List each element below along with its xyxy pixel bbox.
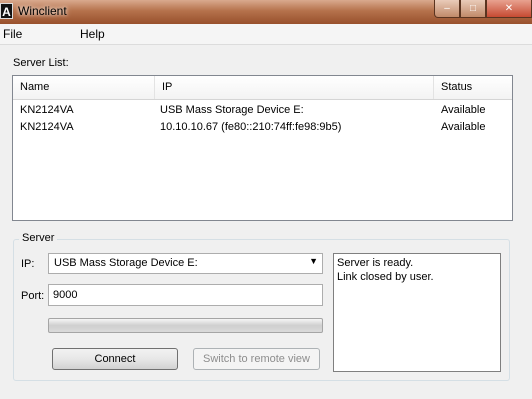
column-header-status[interactable]: Status [434, 76, 512, 99]
switch-to-remote-view-button[interactable]: Switch to remote view [193, 348, 320, 370]
minimize-button[interactable]: – [434, 0, 460, 18]
port-value: 9000 [53, 289, 78, 301]
window-title: Winclient [18, 4, 67, 18]
dropdown-arrow-icon[interactable]: ▼ [309, 256, 318, 266]
column-header-name[interactable]: Name [13, 76, 155, 99]
app-logo-icon: A [0, 3, 13, 19]
port-input[interactable]: 9000 [48, 284, 323, 306]
row-status-cell: Available [441, 121, 486, 133]
close-button[interactable]: ✕ [486, 0, 532, 18]
status-line: Server is ready. [337, 257, 414, 269]
server-group-label: Server [19, 232, 58, 244]
row-ip-cell: USB Mass Storage Device E: [160, 104, 304, 116]
row-name-cell: KN2124VA [20, 121, 74, 133]
progress-bar [48, 318, 323, 333]
table-row[interactable]: KN2124VA 10.10.10.67 (fe80::210:74ff:fe9… [13, 118, 512, 136]
column-header-ip[interactable]: IP [155, 76, 434, 99]
row-status-cell: Available [441, 104, 486, 116]
row-name-cell: KN2124VA [20, 104, 74, 116]
table-row[interactable]: KN2124VA USB Mass Storage Device E: Avai… [13, 101, 512, 119]
menu-file[interactable]: File [3, 27, 22, 41]
title-bar[interactable]: A Winclient – □ ✕ [0, 0, 532, 24]
maximize-button[interactable]: □ [460, 0, 486, 18]
table-header: Name IP Status [13, 76, 512, 100]
ip-select-value: USB Mass Storage Device E: [54, 257, 198, 269]
ip-select[interactable]: USB Mass Storage Device E: ▼ [48, 253, 323, 274]
server-list-label: Server List: [13, 57, 69, 69]
connect-button[interactable]: Connect [52, 348, 178, 370]
row-ip-cell: 10.10.10.67 (fe80::210:74ff:fe98:9b5) [160, 121, 342, 133]
menu-bar: File Help [0, 24, 532, 45]
port-label: Port: [21, 290, 45, 302]
ip-label: IP: [21, 258, 35, 270]
menu-help[interactable]: Help [80, 27, 105, 41]
server-list-table[interactable]: Name IP Status KN2124VA USB Mass Storage… [12, 75, 513, 221]
status-line: Link closed by user. [337, 271, 434, 283]
status-log: Server is ready. Link closed by user. [333, 253, 501, 372]
